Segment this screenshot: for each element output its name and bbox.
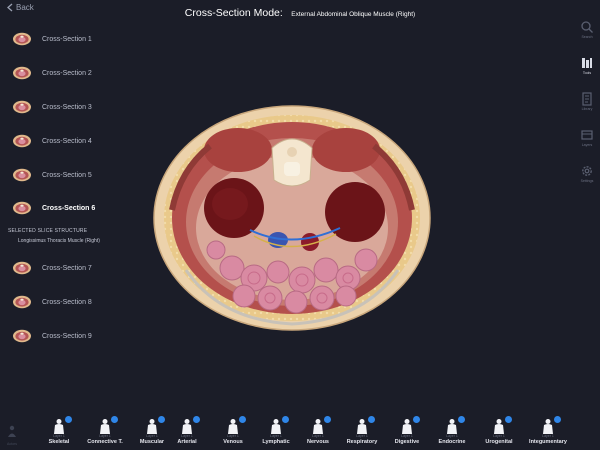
cross-section-viewport[interactable] bbox=[150, 100, 440, 335]
tool-label: Tools bbox=[582, 71, 592, 75]
layer-badge bbox=[505, 416, 512, 423]
cross-section-label: Cross-Section 8 bbox=[42, 298, 92, 306]
system-integumentary-button[interactable]: Layer 1 Integumentary bbox=[523, 416, 573, 446]
layer-badge bbox=[413, 416, 420, 423]
tool-label: Layers bbox=[581, 143, 593, 147]
tool-label: Library bbox=[581, 107, 593, 111]
system-digestive-button[interactable]: Layer 1 Digestive bbox=[382, 416, 432, 446]
cross-section-thumbnail bbox=[13, 66, 31, 80]
cross-section-item-4[interactable]: Cross-Section 4 bbox=[12, 132, 92, 150]
library-icon bbox=[582, 92, 592, 106]
cross-section-label: Cross-Section 2 bbox=[42, 69, 92, 77]
selected-slice-heading: SELECTED SLICE STRUCTURE bbox=[8, 228, 88, 234]
system-skeletal-button[interactable]: Layer 1 Skeletal bbox=[34, 416, 84, 446]
cross-section-item-6[interactable]: Cross-Section 6 bbox=[12, 199, 95, 217]
tool-label: Settings bbox=[580, 179, 594, 183]
tools-icon bbox=[582, 58, 592, 68]
system-connective-button[interactable]: Layer 1 Connective T. bbox=[80, 416, 130, 446]
layer-badge bbox=[368, 416, 375, 423]
cross-section-list: Cross-Section 1 Cross-Section 2 Cross-Se… bbox=[0, 0, 160, 420]
system-label: Arterial bbox=[177, 439, 197, 445]
gear-icon bbox=[582, 166, 592, 176]
layer-badge bbox=[65, 416, 72, 423]
tool-label: Search bbox=[581, 35, 593, 39]
system-label: Skeletal bbox=[48, 439, 70, 445]
system-toolbar: Actors Layer 1 Skeletal Layer 1 Connecti… bbox=[0, 416, 600, 450]
cross-section-item-1[interactable]: Cross-Section 1 bbox=[12, 30, 92, 48]
search-tool-button[interactable]: Search bbox=[576, 20, 598, 39]
layer-badge bbox=[239, 416, 246, 423]
actors-button[interactable]: Actors bbox=[2, 424, 22, 446]
cross-section-label: Cross-Section 9 bbox=[42, 332, 92, 340]
search-icon bbox=[581, 21, 593, 33]
cross-section-item-5[interactable]: Cross-Section 5 bbox=[12, 166, 92, 184]
layer-badge bbox=[458, 416, 465, 423]
tools-tool-button[interactable]: Tools bbox=[576, 56, 598, 75]
cross-section-item-7[interactable]: Cross-Section 7 bbox=[12, 259, 92, 277]
cross-section-thumbnail bbox=[13, 329, 31, 343]
cross-section-thumbnail bbox=[13, 295, 31, 309]
selected-slice-structure: Longissimus Thoracis Muscle (Right) bbox=[18, 238, 100, 244]
system-label: Integumentary bbox=[529, 439, 567, 445]
system-label: Nervous bbox=[306, 439, 329, 445]
cross-section-item-3[interactable]: Cross-Section 3 bbox=[12, 98, 92, 116]
person-icon bbox=[8, 425, 16, 437]
cross-section-item-8[interactable]: Cross-Section 8 bbox=[12, 293, 92, 311]
system-urogenital-button[interactable]: Layer 1 Urogenital bbox=[474, 416, 524, 446]
layer-badge bbox=[111, 416, 118, 423]
system-label: Endocrine bbox=[438, 439, 466, 445]
cross-section-thumbnail bbox=[13, 134, 31, 148]
layers-tool-button[interactable]: Layers bbox=[576, 128, 598, 147]
layer-badge bbox=[324, 416, 331, 423]
abdominal-cross-section-render bbox=[153, 105, 431, 331]
system-respiratory-button[interactable]: Layer 1 Respiratory bbox=[337, 416, 387, 446]
cross-section-thumbnail bbox=[13, 168, 31, 182]
cross-section-label: Cross-Section 5 bbox=[42, 171, 92, 179]
system-arterial-button[interactable]: Layer 1 Arterial bbox=[162, 416, 212, 446]
cross-section-label: Cross-Section 3 bbox=[42, 103, 92, 111]
cross-section-item-9[interactable]: Cross-Section 9 bbox=[12, 327, 92, 345]
cross-section-thumbnail bbox=[13, 261, 31, 275]
system-label: Digestive bbox=[394, 439, 420, 445]
cross-section-thumbnail bbox=[13, 32, 31, 46]
cross-section-thumbnail bbox=[13, 201, 31, 215]
actors-label: Actors bbox=[7, 442, 17, 446]
layer-badge bbox=[554, 416, 561, 423]
system-endocrine-button[interactable]: Layer 1 Endocrine bbox=[427, 416, 477, 446]
cross-section-label: Cross-Section 7 bbox=[42, 264, 92, 272]
settings-tool-button[interactable]: Settings bbox=[576, 164, 598, 183]
title-main: Cross-Section Mode: bbox=[184, 7, 283, 19]
system-label: Connective T. bbox=[87, 439, 123, 445]
cross-section-label: Cross-Section 4 bbox=[42, 137, 92, 145]
system-label: Respiratory bbox=[346, 439, 378, 445]
layers-icon bbox=[581, 130, 593, 140]
system-nervous-button[interactable]: Layer 1 Nervous bbox=[293, 416, 343, 446]
cross-section-thumbnail bbox=[13, 100, 31, 114]
layer-badge bbox=[282, 416, 289, 423]
cross-section-item-2[interactable]: Cross-Section 2 bbox=[12, 64, 92, 82]
cross-section-label: Cross-Section 1 bbox=[42, 35, 92, 43]
cross-section-label: Cross-Section 6 bbox=[42, 204, 96, 212]
system-label: Urogenital bbox=[485, 439, 513, 445]
layer-badge bbox=[193, 416, 200, 423]
library-tool-button[interactable]: Library bbox=[576, 92, 598, 111]
title-structure: External Abdominal Oblique Muscle (Right… bbox=[291, 11, 416, 18]
